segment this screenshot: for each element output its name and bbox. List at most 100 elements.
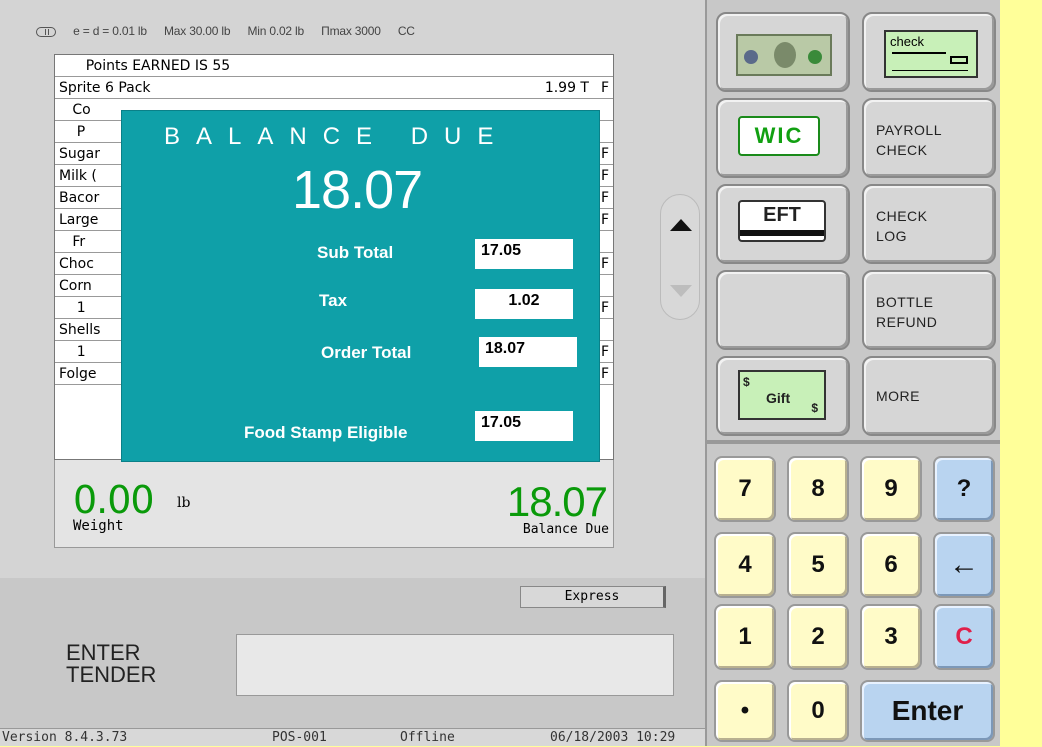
cash-button[interactable] — [716, 12, 850, 92]
key-0[interactable]: 0 — [787, 680, 849, 742]
decimal-key[interactable]: • — [714, 680, 776, 742]
receipt-item-text: Shells — [59, 322, 101, 338]
more-button[interactable]: MORE — [862, 356, 996, 436]
check-button[interactable]: check — [862, 12, 996, 92]
receipt-item-flag: F — [600, 190, 609, 206]
receipt-item-flag: F — [600, 344, 609, 360]
dollar-bill-icon — [736, 34, 832, 76]
dialog-title: BALANCE DUE — [164, 123, 510, 150]
receipt-item-text: 1 — [59, 300, 86, 316]
payroll-check-label-1: PAYROLL — [876, 122, 943, 138]
key-7[interactable]: 7 — [714, 456, 776, 522]
receipt-item-flag: F — [600, 168, 609, 184]
receipt-item-text: P — [59, 124, 86, 140]
tender-amount-input[interactable] — [236, 634, 674, 696]
receipt-row[interactable]: Sprite 6 Pack 1.99 T F — [55, 77, 613, 99]
connection-status: Offline — [400, 730, 455, 745]
scroll-control[interactable] — [660, 194, 700, 320]
balance-due-dialog: BALANCE DUE 18.07 Sub Total 17.05 Tax 1.… — [121, 110, 600, 462]
tax-label: Tax — [319, 291, 348, 310]
bottle-refund-label-1: BOTTLE — [876, 294, 934, 310]
gift-dollar-symbol: $ — [743, 375, 750, 389]
receipt-item-flag: F — [600, 80, 609, 96]
enter-tender-label-line2: TENDER — [66, 662, 157, 687]
key-4[interactable]: 4 — [714, 532, 776, 598]
gift-label: Gift — [766, 390, 791, 406]
scale-min: Min 0.02 lb — [247, 24, 304, 38]
receipt-item-amount: 1.99 T — [544, 80, 589, 96]
receipt-item-text: Sugar — [59, 146, 100, 162]
receipt-item-text: Folge — [59, 366, 97, 382]
receipt-item-text: Co — [59, 102, 91, 118]
help-key[interactable]: ? — [933, 456, 995, 522]
tax-value: 1.02 — [475, 289, 573, 319]
key-6[interactable]: 6 — [860, 532, 922, 598]
gift-card-icon: $ Gift $ — [738, 370, 826, 420]
weight-unit: lb — [177, 495, 191, 511]
key-1[interactable]: 1 — [714, 604, 776, 670]
date-time: 06/18/2003 10:29 — [550, 730, 676, 745]
eft-label: EFT — [763, 204, 801, 226]
clear-key[interactable]: C — [933, 604, 995, 670]
balance-due-label: Balance Due — [522, 522, 609, 537]
receipt-item-text: Sprite 6 Pack — [59, 80, 151, 96]
order-total-label: Order Total — [321, 343, 412, 362]
weight-label: Weight — [73, 518, 124, 534]
check-log-button[interactable]: CHECK LOG — [862, 184, 996, 264]
check-icon: check — [884, 30, 978, 78]
enter-tender-label-line1: ENTER — [66, 640, 141, 665]
scroll-up-arrow-icon[interactable] — [670, 219, 692, 231]
check-log-label-1: CHECK — [876, 208, 928, 224]
order-total-value: 18.07 — [479, 337, 577, 367]
key-3[interactable]: 3 — [860, 604, 922, 670]
receipt-item-text: Large — [59, 212, 99, 228]
backspace-key[interactable]: ← — [933, 532, 995, 598]
bottle-refund-label-2: REFUND — [876, 314, 938, 330]
key-9[interactable]: 9 — [860, 456, 922, 522]
receipt-item-flag: F — [600, 300, 609, 316]
gift-card-button[interactable]: $ Gift $ — [716, 356, 850, 436]
key-8[interactable]: 8 — [787, 456, 849, 522]
wic-button[interactable]: WIC — [716, 98, 850, 178]
terminal-id: POS-001 — [272, 730, 327, 745]
balance-due-value: 18.07 — [506, 478, 608, 525]
receipt-item-flag: F — [600, 366, 609, 382]
receipt-row[interactable]: Points EARNED IS 55 — [55, 55, 613, 77]
payroll-check-label-2: CHECK — [876, 142, 928, 158]
more-label: MORE — [876, 388, 920, 404]
food-stamp-value: 17.05 — [475, 411, 573, 441]
pos-screen: e = d = 0.01 lb Max 30.00 lb Min 0.02 lb… — [0, 0, 1000, 746]
gift-dollar-symbol: $ — [811, 401, 818, 415]
enter-tender-label: ENTER TENDER — [66, 642, 156, 686]
key-5[interactable]: 5 — [787, 532, 849, 598]
receipt-item-text: Choc — [59, 256, 94, 272]
keypad-divider — [705, 440, 1000, 444]
receipt-item-text: Fr — [59, 234, 86, 250]
check-log-label-2: LOG — [876, 228, 908, 244]
weight-value: 0.00 — [73, 478, 155, 522]
express-button[interactable]: Express — [520, 586, 666, 608]
eft-card-icon: EFT — [738, 200, 826, 242]
blank-function-button[interactable] — [716, 270, 850, 350]
receipt-item-text: Points EARNED IS 55 — [59, 58, 231, 74]
scale-nmax: Πmax 3000 — [321, 24, 381, 38]
enter-key[interactable]: Enter — [860, 680, 995, 742]
status-bar: Version 8.4.3.73 POS-001 Offline 06/18/2… — [0, 728, 705, 746]
payroll-check-button[interactable]: PAYROLL CHECK — [862, 98, 996, 178]
receipt-item-text: Corn — [59, 278, 92, 294]
eft-button[interactable]: EFT — [716, 184, 850, 264]
version-text: Version 8.4.3.73 — [2, 730, 128, 745]
totals-footer: 0.00 lb Weight 18.07 Balance Due — [54, 460, 614, 548]
receipt-item-text: Bacor — [59, 190, 100, 206]
tender-panel: Express ENTER TENDER — [0, 578, 705, 728]
wic-icon: WIC — [738, 116, 820, 156]
receipt-item-text: Milk ( — [59, 168, 97, 184]
receipt-item-flag: F — [600, 212, 609, 228]
dialog-balance-amount: 18.07 — [292, 160, 423, 220]
bottle-refund-button[interactable]: BOTTLE REFUND — [862, 270, 996, 350]
check-icon-text: check — [890, 34, 924, 49]
key-2[interactable]: 2 — [787, 604, 849, 670]
scale-cc: CC — [397, 24, 415, 38]
receipt-item-flag: F — [600, 146, 609, 162]
scroll-down-arrow-icon[interactable] — [670, 285, 692, 297]
